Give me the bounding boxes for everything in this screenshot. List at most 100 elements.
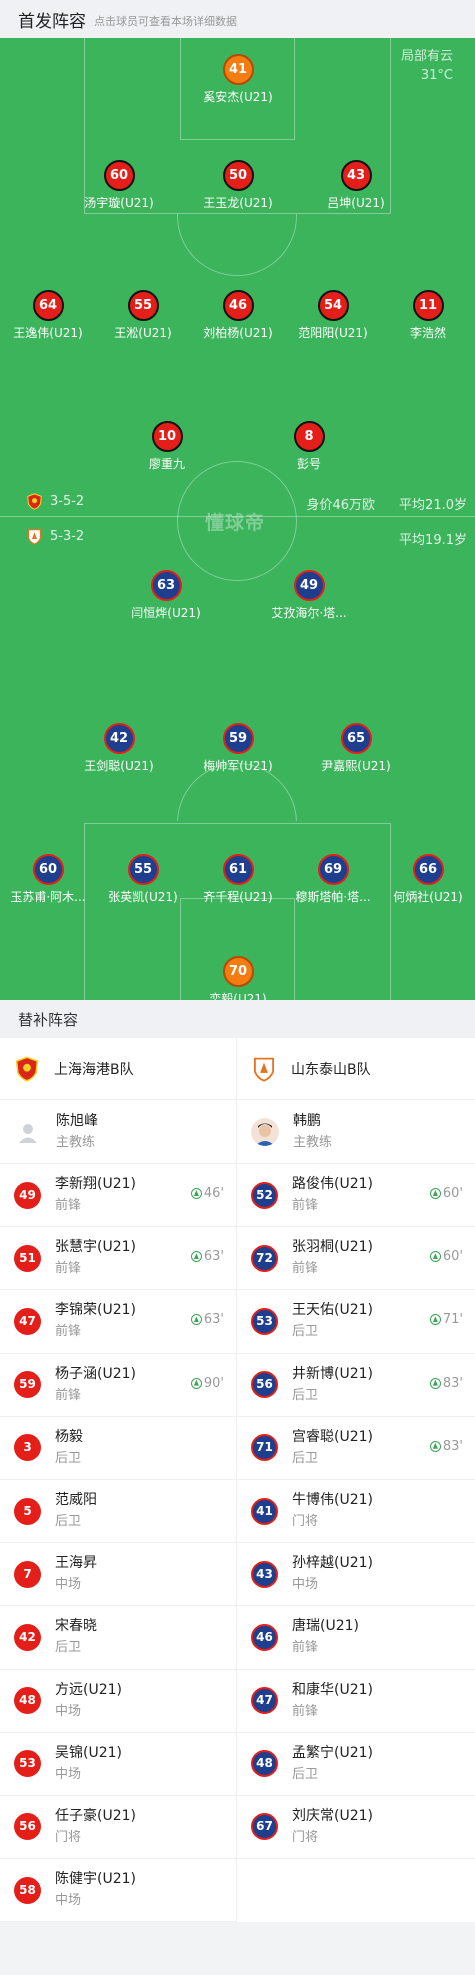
- sub-in-info: 63': [190, 1249, 224, 1264]
- away-player[interactable]: 49 艾孜海尔·塔...: [249, 570, 369, 621]
- away-player[interactable]: 42 王剑聪(U21): [59, 723, 179, 774]
- sub-player-number: 5: [14, 1497, 41, 1525]
- coach-avatar-placeholder-icon: [19, 1123, 37, 1143]
- away-player[interactable]: 65 尹嘉熙(U21): [296, 723, 416, 774]
- sub-player-number: 48: [14, 1687, 41, 1715]
- sub-player-row[interactable]: 59 杨子涵(U21) 前锋 90': [0, 1354, 236, 1417]
- away-player[interactable]: 70 栾毅(U21): [178, 956, 298, 1000]
- sub-player-row[interactable]: 58 陈健宇(U21) 中场: [0, 1859, 236, 1923]
- sub-in-arrow-icon: [429, 1251, 441, 1263]
- sub-player-row[interactable]: 71 宫睿聪(U21) 后卫 83': [237, 1417, 475, 1480]
- sub-player-row[interactable]: 67 刘庆常(U21) 门将: [237, 1796, 475, 1860]
- sub-player-name: 井新博(U21): [292, 1365, 373, 1382]
- sub-player-row[interactable]: 53 王天佑(U21) 后卫 71': [237, 1290, 475, 1354]
- player-number-badge: 66: [412, 854, 444, 885]
- home-average-age: 平均21.0岁: [399, 498, 467, 513]
- sub-player-name: 孙梓越(U21): [292, 1555, 373, 1572]
- weather-info: 局部有云 31°C: [401, 47, 453, 85]
- sub-player-row[interactable]: 56 任子豪(U21) 门将: [0, 1796, 236, 1860]
- sub-player-row[interactable]: 43 孙梓越(U21) 中场: [237, 1543, 475, 1607]
- sub-player-name: 杨毅: [55, 1428, 83, 1445]
- sub-player-name: 李锦荣(U21): [55, 1302, 136, 1319]
- sub-player-name: 陈健宇(U21): [55, 1871, 136, 1888]
- home-player[interactable]: 41 奚安杰(U21): [178, 54, 298, 105]
- sub-player-number: 3: [14, 1434, 41, 1462]
- sub-in-minute: 63': [203, 1312, 224, 1328]
- sub-player-position: 后卫: [292, 1450, 319, 1466]
- home-player[interactable]: 8 彭号: [249, 421, 369, 472]
- sub-player-name: 唐瑞(U21): [292, 1618, 359, 1635]
- sub-in-arrow-icon: [429, 1188, 441, 1199]
- sub-player-row[interactable]: 51 张慧宇(U21) 前锋 63': [0, 1227, 236, 1291]
- away-player[interactable]: 63 闫恒烨(U21): [106, 570, 226, 621]
- player-number-badge: 42: [103, 723, 135, 754]
- player-number-badge: 41: [222, 54, 254, 85]
- away-team-row[interactable]: 山东泰山B队: [237, 1038, 475, 1100]
- sub-player-row[interactable]: 48 方远(U21) 中场: [0, 1670, 236, 1733]
- away-player[interactable]: 59 梅帅军(U21): [178, 723, 298, 774]
- sub-player-name: 吴锦(U21): [55, 1744, 122, 1761]
- home-coach-row[interactable]: 陈旭峰 主教练: [0, 1100, 236, 1164]
- player-number-badge: 55: [127, 854, 159, 885]
- sub-player-number: 51: [14, 1244, 41, 1272]
- sub-player-row[interactable]: 5 范威阳 后卫: [0, 1480, 236, 1544]
- subs-header: 替补阵容: [0, 1000, 475, 1038]
- player-number-badge: 8: [293, 421, 325, 452]
- sub-player-row[interactable]: 48 孟繁宁(U21) 后卫: [237, 1733, 475, 1796]
- home-player[interactable]: 43 吕坤(U21): [296, 160, 416, 211]
- sub-player-position: 中场: [55, 1766, 82, 1782]
- coach-avatar-icon: [251, 1117, 279, 1146]
- sub-player-row[interactable]: 3 杨毅 后卫: [0, 1417, 236, 1480]
- sub-player-number: 72: [251, 1244, 278, 1272]
- sub-in-info: 60': [429, 1186, 463, 1201]
- home-coach-name: 陈旭峰: [56, 1112, 98, 1129]
- home-player[interactable]: 10 廖重九: [107, 421, 227, 472]
- pitch: 局部有云 31°C 懂球帝 3-5-2 身价46万欧 平均21.0岁 5-3-2…: [0, 38, 475, 1000]
- player-name: 廖重九: [148, 457, 185, 471]
- home-player[interactable]: 60 汤宇璇(U21): [59, 160, 179, 211]
- player-number-badge: 54: [317, 290, 349, 321]
- sub-player-row[interactable]: 42 宋春晓 后卫: [0, 1606, 236, 1670]
- player-number-badge: 59: [222, 723, 254, 754]
- sub-player-row[interactable]: 72 张羽桐(U21) 前锋 60': [237, 1227, 475, 1291]
- sub-player-row[interactable]: 47 李锦荣(U21) 前锋 63': [0, 1290, 236, 1354]
- player-number-badge: 64: [32, 290, 64, 321]
- sub-player-position: 后卫: [55, 1514, 82, 1530]
- sub-player-position: 前锋: [55, 1387, 82, 1403]
- sub-player-number: 47: [14, 1307, 41, 1335]
- sub-player-number: 53: [251, 1307, 278, 1335]
- sub-player-row[interactable]: 41 牛博伟(U21) 门将: [237, 1480, 475, 1544]
- sub-in-minute: 60': [442, 1249, 463, 1265]
- sub-player-row[interactable]: 56 井新博(U21) 后卫 83': [237, 1354, 475, 1417]
- player-name: 梅帅军(U21): [203, 759, 273, 773]
- home-player[interactable]: 50 王玉龙(U21): [178, 160, 298, 211]
- away-coach-row[interactable]: 韩鹏 主教练: [237, 1100, 475, 1164]
- home-market-value: 身价46万欧: [306, 498, 375, 513]
- home-team-row[interactable]: 上海海港B队: [0, 1038, 236, 1100]
- sub-player-position: 门将: [55, 1829, 82, 1845]
- sub-player-position: 前锋: [55, 1324, 82, 1340]
- away-subs-column: 山东泰山B队 韩鹏 主教练 52 路俊伟(U21) 前锋 60' 72 张羽桐(U21) 前…: [237, 1038, 475, 1922]
- sub-player-row[interactable]: 52 路俊伟(U21) 前锋 60': [237, 1164, 475, 1228]
- sub-player-position: 中场: [55, 1893, 82, 1909]
- sub-player-number: 52: [251, 1181, 278, 1209]
- sub-player-name: 张慧宇(U21): [55, 1239, 136, 1256]
- home-team-logo-icon: [15, 1055, 39, 1082]
- player-name: 尹嘉熙(U21): [321, 759, 391, 773]
- player-number-badge: 63: [150, 570, 182, 601]
- home-team-name: 上海海港B队: [54, 1061, 134, 1078]
- sub-player-row[interactable]: 47 和康华(U21) 前锋: [237, 1670, 475, 1733]
- player-name: 李浩然: [409, 326, 446, 340]
- sub-player-row[interactable]: 53 吴锦(U21) 中场: [0, 1733, 236, 1796]
- sub-player-row[interactable]: 49 李新翔(U21) 前锋 46': [0, 1164, 236, 1228]
- sub-player-name: 杨子涵(U21): [55, 1365, 136, 1382]
- player-number-badge: 60: [32, 854, 64, 885]
- away-player[interactable]: 66 何炳社(U21): [368, 854, 475, 905]
- sub-player-number: 71: [251, 1434, 278, 1462]
- sub-player-position: 前锋: [292, 1640, 319, 1656]
- home-player[interactable]: 11 李浩然: [368, 290, 475, 341]
- sub-in-minute: 71': [442, 1312, 463, 1328]
- sub-player-row[interactable]: 46 唐瑞(U21) 前锋: [237, 1606, 475, 1670]
- sub-in-arrow-icon: [190, 1314, 202, 1326]
- sub-player-row[interactable]: 7 王海昇 中场: [0, 1543, 236, 1607]
